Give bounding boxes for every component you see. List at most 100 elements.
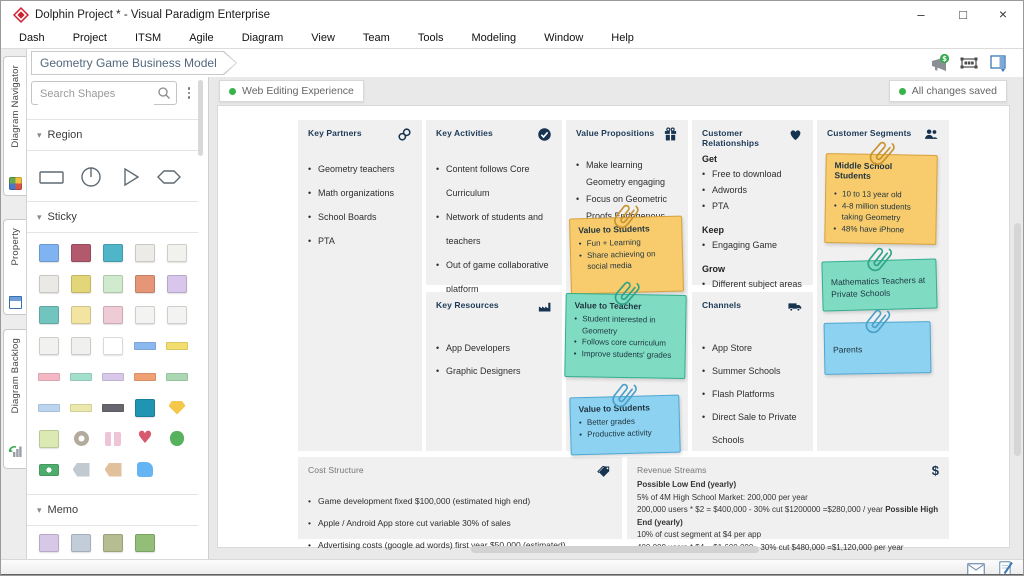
gear-taupe-tool[interactable] [65, 423, 97, 454]
group-label: Get [702, 152, 803, 166]
tape-green-tool[interactable] [161, 361, 193, 392]
gem-yellow-tool[interactable] [161, 392, 193, 423]
sticky-gray-folded-tool[interactable] [161, 237, 193, 268]
note-light-green-tool[interactable] [33, 423, 65, 454]
group-label: Keep [702, 223, 803, 237]
sticky-lavender-header-tool[interactable] [161, 268, 193, 299]
bullet-item: •PTA [308, 229, 412, 253]
menu-team[interactable]: Team [349, 29, 404, 48]
menu-project[interactable]: Project [59, 29, 121, 48]
sticky-yellow-grid-tool[interactable] [65, 268, 97, 299]
bullet-item: •Network of students and teachers [436, 205, 552, 253]
banner-yellow-tool[interactable] [161, 330, 193, 361]
menu-help[interactable]: Help [597, 29, 648, 48]
rectangle-shape-tool[interactable] [37, 163, 67, 191]
sticky-burgundy-tool[interactable] [65, 237, 97, 268]
section-key-activities[interactable]: Key Activities •Content follows Core Cur… [426, 120, 562, 285]
sticky-pink-pinned-tool[interactable] [97, 299, 129, 330]
memo-green-tool[interactable] [129, 527, 161, 558]
sticky-blue-tool[interactable] [33, 237, 65, 268]
maximize-button[interactable]: □ [945, 1, 981, 29]
palette-section-sticky[interactable]: Sticky [27, 201, 198, 233]
memo-lavender-tool[interactable] [33, 527, 65, 558]
tape-yellow-tool[interactable] [65, 392, 97, 423]
tape-orange-tool[interactable] [129, 361, 161, 392]
menu-view[interactable]: View [297, 29, 349, 48]
tag-gray-tool[interactable] [65, 454, 97, 485]
tag-tan-tool[interactable] [97, 454, 129, 485]
sticky-pale-yellow-tool[interactable] [65, 299, 97, 330]
section-cost-structure[interactable]: Cost Structure •Game development fixed $… [298, 457, 622, 539]
heart-red-icon: ♥ [137, 430, 152, 447]
menu-agile[interactable]: Agile [175, 29, 227, 48]
horizontal-scrollbar[interactable] [471, 546, 759, 553]
tape-teal-tool[interactable] [65, 361, 97, 392]
tape-pink-tool[interactable] [33, 361, 65, 392]
menu-dash[interactable]: Dash [5, 29, 59, 48]
tape-lavender-tool[interactable] [97, 361, 129, 392]
diagram-canvas[interactable]: Web Editing Experience All changes saved… [209, 77, 1024, 559]
sticky-teal-tilted-tool[interactable] [33, 299, 65, 330]
gift-pink-tool[interactable] [97, 423, 129, 454]
sticky-note-parents[interactable]: Parents [824, 321, 932, 375]
sticky-ghost-2-tool[interactable] [161, 299, 193, 330]
search-shapes-input[interactable] [38, 83, 154, 105]
palette-menu-icon[interactable] [183, 83, 195, 103]
menu-window[interactable]: Window [530, 29, 597, 48]
vertical-scrollbar[interactable] [1014, 223, 1021, 456]
menu-tools[interactable]: Tools [404, 29, 458, 48]
palette-section-region[interactable]: Region [27, 119, 198, 151]
sidebar-scrollbar[interactable] [198, 80, 203, 156]
banner-blue-icon [134, 342, 156, 350]
menu-diagram[interactable]: Diagram [228, 29, 298, 48]
section-channels[interactable]: Channels •App Store•Summer Schools•Flash… [692, 292, 813, 451]
group-label: Grow [702, 262, 803, 276]
banner-blue-tool[interactable] [129, 330, 161, 361]
section-key-resources[interactable]: Key Resources •App Developers•Graphic De… [426, 292, 562, 451]
sticky-mint-tool[interactable] [97, 268, 129, 299]
sticky-skew-gray-tool[interactable] [65, 330, 97, 361]
thumbs-up-blue-tool[interactable] [129, 454, 161, 485]
share-feedback-icon[interactable]: $ [929, 52, 951, 74]
search-shapes-box[interactable] [31, 81, 177, 105]
section-revenue-streams[interactable]: Revenue Streams $ Possible Low End (year… [627, 457, 949, 539]
tape-light-blue-tool[interactable] [33, 392, 65, 423]
menu-modeling[interactable]: Modeling [458, 29, 531, 48]
section-title: Customer Segments [827, 128, 911, 138]
diagram-tab[interactable]: Geometry Game Business Model [31, 51, 237, 75]
fit-frame-icon[interactable] [958, 52, 980, 74]
section-key-partners[interactable]: Key Partners •Geometry teachers•Math org… [298, 120, 422, 451]
sticky-gray-tool[interactable] [129, 237, 161, 268]
note-light-green-icon [39, 430, 59, 448]
sticky-flag-gray-tool[interactable] [33, 330, 65, 361]
sticky-salmon-tool[interactable] [129, 268, 161, 299]
menu-itsm[interactable]: ITSM [121, 29, 175, 48]
business-model-canvas-page[interactable]: Key Partners •Geometry teachers•Math org… [217, 105, 1010, 548]
sticky-white-tool[interactable] [97, 330, 129, 361]
sticky-pinned-gray-tool[interactable] [33, 268, 65, 299]
sticky-note-middle-school-students[interactable]: Middle School Students •10 to 13 year ol… [824, 153, 938, 245]
cash-green-tool[interactable] [33, 454, 65, 485]
tab-diagram-navigator[interactable]: Diagram Navigator [3, 56, 26, 196]
memo-blue-gray-tool[interactable] [65, 527, 97, 558]
badge-label: All changes saved [912, 85, 997, 97]
palette-section-memo[interactable]: Memo [27, 494, 198, 526]
gauge-shape-tool[interactable] [76, 163, 106, 191]
sticky-note-value-to-students-2[interactable]: Value to Students •Better grades•Product… [569, 395, 680, 456]
moneybag-green-tool[interactable] [161, 423, 193, 454]
sticky-teal-tool[interactable] [97, 237, 129, 268]
tape-dark-tool[interactable] [97, 392, 129, 423]
heptagon-shape-tool[interactable] [154, 163, 184, 191]
heart-red-tool[interactable]: ♥ [129, 423, 161, 454]
tab-diagram-backlog[interactable]: Diagram Backlog [3, 329, 26, 469]
close-button[interactable]: × [985, 1, 1021, 29]
memo-olive-tool[interactable] [97, 527, 129, 558]
section-customer-relationships[interactable]: Customer Relationships Get•Free to downl… [692, 120, 813, 285]
layout-panel-icon[interactable] [987, 52, 1009, 74]
sticky-note-value-to-teacher[interactable]: Value to Teacher •Student interested in … [564, 293, 686, 379]
triangle-shape-tool[interactable] [115, 163, 145, 191]
minimize-button[interactable]: – [903, 1, 939, 29]
tab-property[interactable]: Property [3, 219, 26, 315]
sticky-ghost-1-tool[interactable] [129, 299, 161, 330]
block-teal-tool[interactable] [129, 392, 161, 423]
